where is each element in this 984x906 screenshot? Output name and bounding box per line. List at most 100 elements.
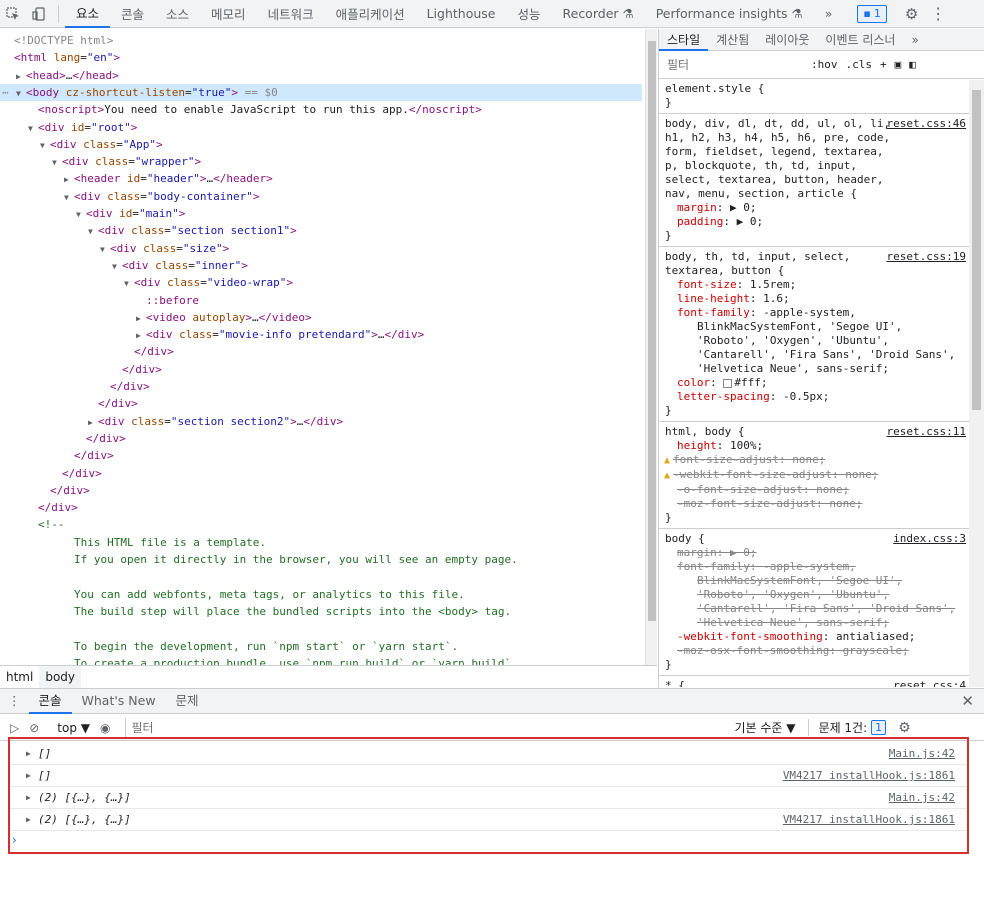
dom-node-line[interactable] [0,620,74,637]
expand-arrow-icon[interactable]: ▼ [64,189,74,206]
device-toolbar-icon[interactable] [26,0,52,28]
message-source-link[interactable]: Main.js:42 [889,787,955,809]
elements-scrollbar[interactable] [645,29,657,665]
css-property[interactable]: height: 100%; [665,439,978,453]
css-property[interactable]: -webkit-font-smoothing: antialiased; [665,630,978,644]
expand-arrow-icon[interactable]: ▼ [88,223,98,240]
breadcrumb-html[interactable]: html [0,666,39,688]
css-property[interactable]: font-family: -apple-system, [665,306,978,320]
drawer-menu-icon[interactable]: ⋮ [0,688,29,714]
tab-sources[interactable]: 소스 [155,0,200,28]
css-property[interactable]: -o-font-size-adjust: none; [665,483,978,497]
dom-node-line[interactable]: </div> [0,465,102,482]
dom-node-line[interactable]: To begin the development, run `npm start… [0,638,458,655]
rule-source-link[interactable]: reset.css:4 [893,679,966,687]
paint-icon[interactable]: ▣ [895,58,902,71]
expand-arrow-icon[interactable]: ▼ [100,241,110,258]
css-property[interactable]: ▲ font-size-adjust: none; [664,453,978,468]
tab-network[interactable]: 네트워크 [257,0,325,28]
message-source-link[interactable]: VM4217 installHook.js:1861 [783,765,955,787]
dom-node-line[interactable]: ▼ <div id="root"> [0,119,137,136]
style-rule-reset4[interactable]: reset.css:4 * { [659,676,984,687]
expand-arrow-icon[interactable]: ▼ [40,137,50,154]
dom-node-line[interactable]: <noscript>You need to enable JavaScript … [0,101,482,118]
style-rule-reset46[interactable]: reset.css:46 body, div, dl, dt, dd, ul, … [659,114,984,247]
expand-arrow-icon[interactable]: ▶ [136,327,146,344]
dom-node-line[interactable]: ▼ <div class="section section1"> [0,222,297,239]
dom-node-line[interactable]: </div> [0,395,138,412]
node-menu-dots[interactable]: ⋯ [2,84,9,101]
class-toggle[interactable]: .cls [846,58,873,71]
breadcrumb-body[interactable]: body [39,665,82,688]
css-property[interactable]: font-size: 1.5rem; [665,278,978,292]
sidebar-toggle-icon[interactable]: ◧ [909,58,916,71]
tab-lighthouse[interactable]: Lighthouse [416,0,507,28]
dom-node-line[interactable]: <html lang="en"> [0,49,120,66]
dom-node-line[interactable]: </div> [0,361,162,378]
rule-source-link[interactable]: index.css:3 [893,532,966,546]
color-swatch[interactable] [723,378,733,388]
more-options-icon[interactable]: ⋮ [930,4,946,23]
console-settings-gear-icon[interactable]: ⚙ [898,720,911,736]
expand-arrow-icon[interactable]: ▼ [52,154,62,171]
drawer-tab-console[interactable]: 콘솔 [28,688,72,714]
log-levels-dropdown[interactable]: 기본 수준 ▼ [735,719,796,736]
live-expression-eye-icon[interactable]: ◉ [100,721,110,735]
styles-filter-input[interactable] [663,54,803,75]
expand-arrow-icon[interactable]: ▶ [26,787,31,809]
tab-event-listeners[interactable]: 이벤트 리스너 [817,29,903,51]
inspect-element-icon[interactable] [0,0,26,28]
dom-node-line[interactable]: </div> [0,482,90,499]
tab-application[interactable]: 애플리케이션 [325,0,416,28]
css-property[interactable]: color: #fff; [665,376,978,390]
css-property[interactable]: letter-spacing: -0.5px; [665,390,978,404]
expand-arrow-icon[interactable]: ▶ [64,171,74,188]
style-rule-index3[interactable]: index.css:3 body { margin: ▶ 0; font-fam… [659,529,984,676]
styles-scrollbar[interactable] [969,80,984,687]
tab-computed[interactable]: 계산됨 [708,29,757,51]
dom-node-line[interactable] [0,568,74,585]
console-issues-counter[interactable]: 문제 1건: 1 [807,719,887,736]
dom-node-line[interactable]: ▶ <header id="header">…</header> [0,170,273,187]
css-property[interactable]: -moz-osx-font-smoothing: grayscale; [665,644,978,658]
clear-console-icon[interactable]: ⊘ [29,721,39,735]
css-property[interactable]: line-height: 1.6; [665,292,978,306]
expand-arrow-icon[interactable]: ▶ [88,414,98,431]
dom-node-line[interactable]: ▶ <div class="section section2">…</div> [0,413,343,430]
message-source-link[interactable]: Main.js:42 [889,743,955,765]
console-message[interactable]: ▶ [] VM4217 installHook.js:1861 [10,765,967,787]
dom-node-line[interactable]: </div> [0,430,126,447]
dom-node-line[interactable]: ▼ <div class="size"> [0,240,229,257]
dom-node-line[interactable]: <!-- [0,516,65,533]
tab-elements[interactable]: 요소 [65,0,111,28]
expand-arrow-icon[interactable]: ▼ [16,85,26,102]
dom-node-line[interactable]: ▶ <div class="movie-info pretendard">…</d… [0,326,424,343]
dom-node-line[interactable]: If you open it directly in the browser, … [0,551,518,568]
dom-node-line[interactable]: ▶ <head>…</head> [0,67,119,84]
sidebar-toggle-icon[interactable]: ▷ [10,721,19,735]
css-property[interactable]: margin: ▶ 0; [665,546,978,560]
rule-source-link[interactable]: reset.css:46 [887,117,966,131]
style-rule-element[interactable]: element.style { } [659,79,984,114]
rule-source-link[interactable]: reset.css:11 [887,425,966,439]
dom-node-line[interactable]: ▼ <div class="body-container"> [0,188,259,205]
console-message[interactable]: ▶ (2) [{…}, {…}] VM4217 installHook.js:1… [10,809,967,831]
context-selector[interactable]: top ▼ [57,721,90,735]
console-message[interactable]: ▶ [] Main.js:42 [10,743,967,765]
dom-node-line[interactable]: ▶ <video autoplay>…</video> [0,309,312,326]
dom-node-line[interactable]: ::before [0,292,199,309]
dom-node-line[interactable]: </div> [0,447,114,464]
rule-source-link[interactable]: reset.css:19 [887,250,966,264]
issues-badge[interactable]: ▪ 1 [857,4,887,23]
drawer-tab-issues[interactable]: 문제 [166,688,209,714]
more-tabs-button[interactable]: » [814,0,844,28]
more-style-tabs-button[interactable]: » [903,29,926,51]
elements-scrollbar-thumb[interactable] [648,41,656,621]
expand-arrow-icon[interactable]: ▼ [76,206,86,223]
hover-state-toggle[interactable]: :hov [811,58,838,71]
tab-performance-insights[interactable]: Performance insights ⚗ [645,0,814,28]
drawer-tab-whats-new[interactable]: What's New [72,688,166,714]
console-prompt[interactable]: › [12,833,17,847]
dom-node-line[interactable]: <!DOCTYPE html> [0,32,113,49]
tab-performance[interactable]: 성능 [506,0,551,28]
